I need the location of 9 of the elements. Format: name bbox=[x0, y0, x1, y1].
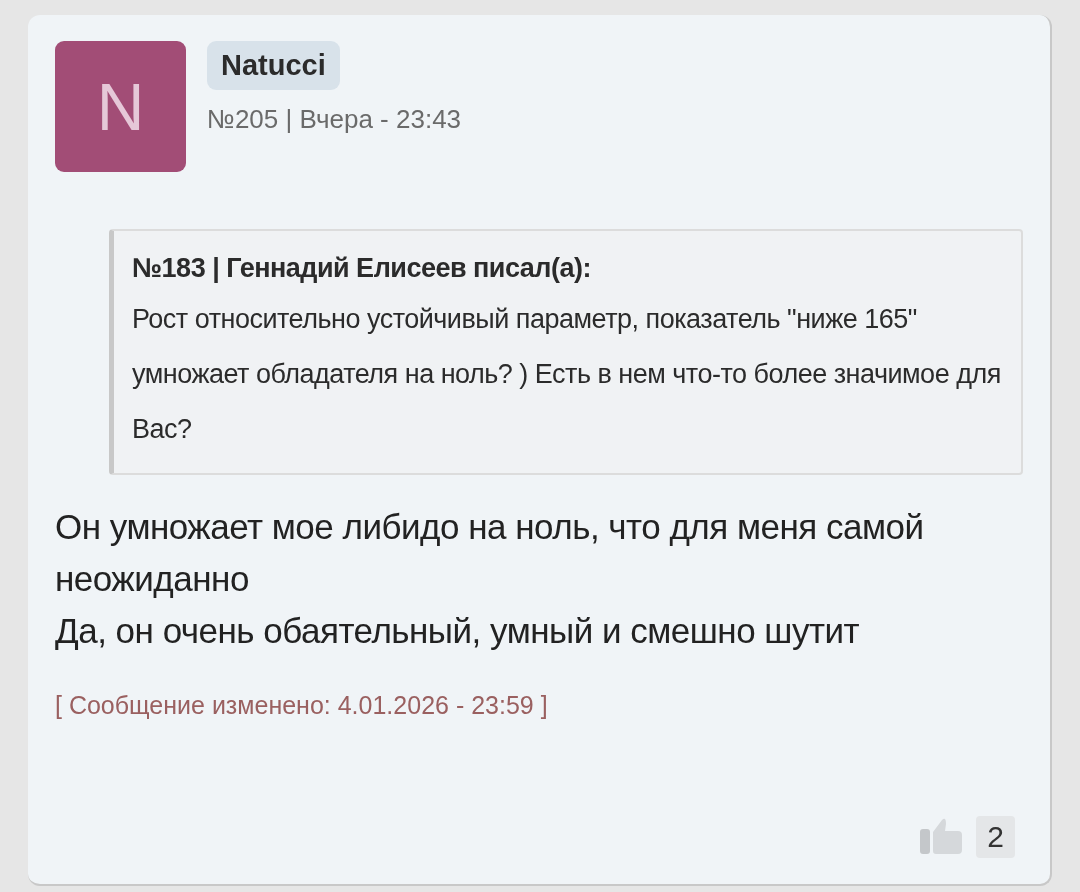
post-text: Да, он очень обаятельный, умный и смешно шутит bbox=[55, 610, 861, 652]
quote-header: №183 | Геннадий Елисеев писал(а): bbox=[132, 253, 592, 284]
post-meta: №205 | Вчера - 23:43 bbox=[207, 104, 462, 135]
author-name[interactable]: Natucci bbox=[207, 41, 340, 90]
post-text: Он умножает мое либидо на ноль, что для меня самой неожиданно bbox=[55, 506, 925, 600]
avatar[interactable]: N bbox=[55, 41, 186, 172]
like-count: 2 bbox=[976, 816, 1015, 858]
edited-note: [ Сообщение изменено: 4.01.2026 - 23:59 ] bbox=[55, 691, 549, 720]
quote-text: Рост относительно устойчивый параметр, показатель "ниже 165" умножает обладателя на ноль? ) Есть в нем что-то более значимое для Вас? bbox=[132, 303, 1002, 446]
